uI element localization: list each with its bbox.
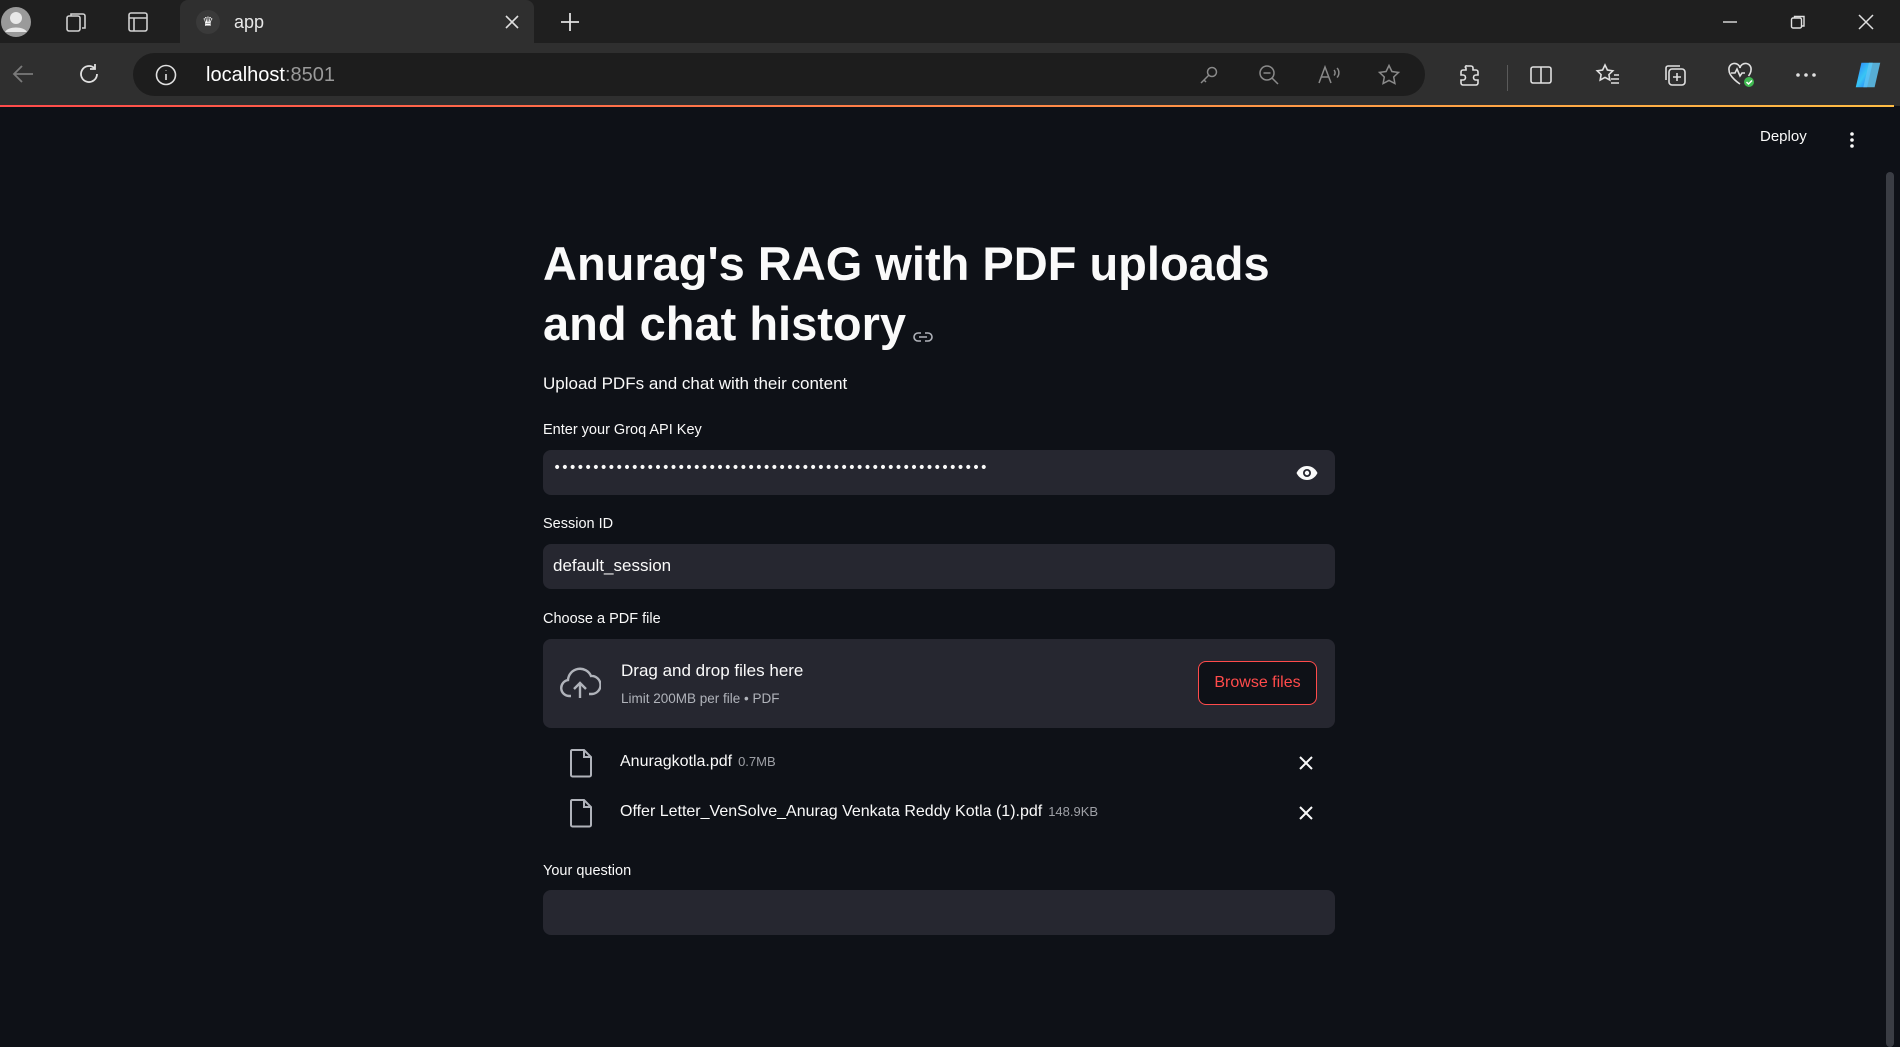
uploaded-file-row: Anuragkotla.pdf 0.7MB [543, 743, 1335, 783]
url-port: :8501 [284, 64, 335, 86]
page-title: Anurag's RAG with PDF uploads and chat h… [543, 234, 1343, 358]
file-size: 148.9KB [1048, 804, 1099, 819]
toolbar-divider [1507, 65, 1508, 91]
copilot-icon[interactable] [1852, 59, 1884, 91]
split-screen-icon[interactable] [1525, 59, 1557, 91]
session-id-label: Session ID [543, 516, 614, 532]
uploaded-file-name: Anuragkotla.pdf 0.7MB [620, 753, 776, 771]
key-icon[interactable] [1196, 62, 1222, 88]
subtitle: Upload PDFs and chat with their content [543, 374, 848, 393]
browse-files-button[interactable]: Browse files [1198, 661, 1317, 705]
api-key-input[interactable]: ••••••••••••••••••••••••••••••••••••••••… [543, 450, 1335, 495]
uploaded-file-row: Offer Letter_VenSolve_Anurag Venkata Red… [543, 793, 1335, 833]
eye-icon[interactable] [1295, 461, 1319, 485]
extensions-icon[interactable] [1454, 59, 1486, 91]
api-key-label: Enter your Groq API Key [543, 422, 702, 438]
restore-icon[interactable] [1764, 0, 1832, 43]
workspaces-icon[interactable] [60, 6, 92, 38]
collections-icon[interactable] [1659, 59, 1691, 91]
link-icon[interactable] [912, 298, 934, 358]
zoom-out-icon[interactable] [1256, 62, 1282, 88]
url-host: localhost [206, 64, 285, 86]
new-tab-icon[interactable] [554, 6, 586, 38]
close-icon[interactable] [1295, 752, 1317, 774]
question-input[interactable] [543, 890, 1335, 935]
close-icon[interactable] [1295, 802, 1317, 824]
info-icon[interactable] [155, 64, 177, 86]
dropzone-limit: Limit 200MB per file • PDF [621, 691, 780, 706]
profile-icon[interactable] [0, 6, 32, 38]
url-text[interactable]: localhost:8501 [206, 64, 335, 87]
minimize-icon[interactable] [1696, 0, 1764, 43]
tab-title: app [234, 12, 265, 32]
tab-actions-icon[interactable] [122, 6, 154, 38]
file-name-text: Offer Letter_VenSolve_Anurag Venkata Red… [620, 803, 1043, 820]
favorites-icon[interactable] [1592, 59, 1624, 91]
file-name-text: Anuragkotla.pdf [620, 753, 733, 770]
file-uploader-label: Choose a PDF file [543, 611, 661, 627]
tab-app[interactable]: ♛ app [180, 0, 534, 43]
cloud-upload-icon [559, 664, 602, 704]
api-key-value: ••••••••••••••••••••••••••••••••••••••••… [553, 460, 988, 476]
close-window-icon[interactable] [1832, 0, 1900, 43]
session-id-input[interactable]: default_session [543, 544, 1335, 589]
page-title-text: Anurag's RAG with PDF uploads and chat h… [543, 237, 1270, 350]
file-icon [568, 748, 594, 778]
browser-address-bar: localhost:8501 [0, 43, 1900, 106]
uploaded-file-name: Offer Letter_VenSolve_Anurag Venkata Red… [620, 803, 1098, 821]
browser-essentials-icon[interactable] [1725, 59, 1757, 91]
url-bar[interactable]: localhost:8501 [133, 53, 1425, 96]
back-icon[interactable] [7, 57, 41, 91]
session-id-value: default_session [553, 556, 672, 575]
question-label: Your question [543, 863, 632, 879]
file-size: 0.7MB [738, 754, 776, 769]
browser-tab-bar: ♛ app [0, 0, 1900, 43]
kebab-menu-icon[interactable] [1842, 130, 1862, 150]
streamlit-crown-icon: ♛ [196, 10, 220, 34]
more-icon[interactable] [1790, 59, 1822, 91]
deploy-button[interactable]: Deploy [1760, 128, 1807, 145]
dropzone-title: Drag and drop files here [621, 661, 804, 680]
read-aloud-icon[interactable] [1316, 62, 1342, 88]
refresh-icon[interactable] [72, 57, 106, 91]
favorite-star-icon[interactable] [1376, 62, 1402, 88]
file-dropzone[interactable]: Drag and drop files here Limit 200MB per… [543, 639, 1335, 728]
scrollbar[interactable] [1886, 172, 1894, 1047]
file-icon [568, 798, 594, 828]
close-tab-icon[interactable] [496, 6, 528, 38]
